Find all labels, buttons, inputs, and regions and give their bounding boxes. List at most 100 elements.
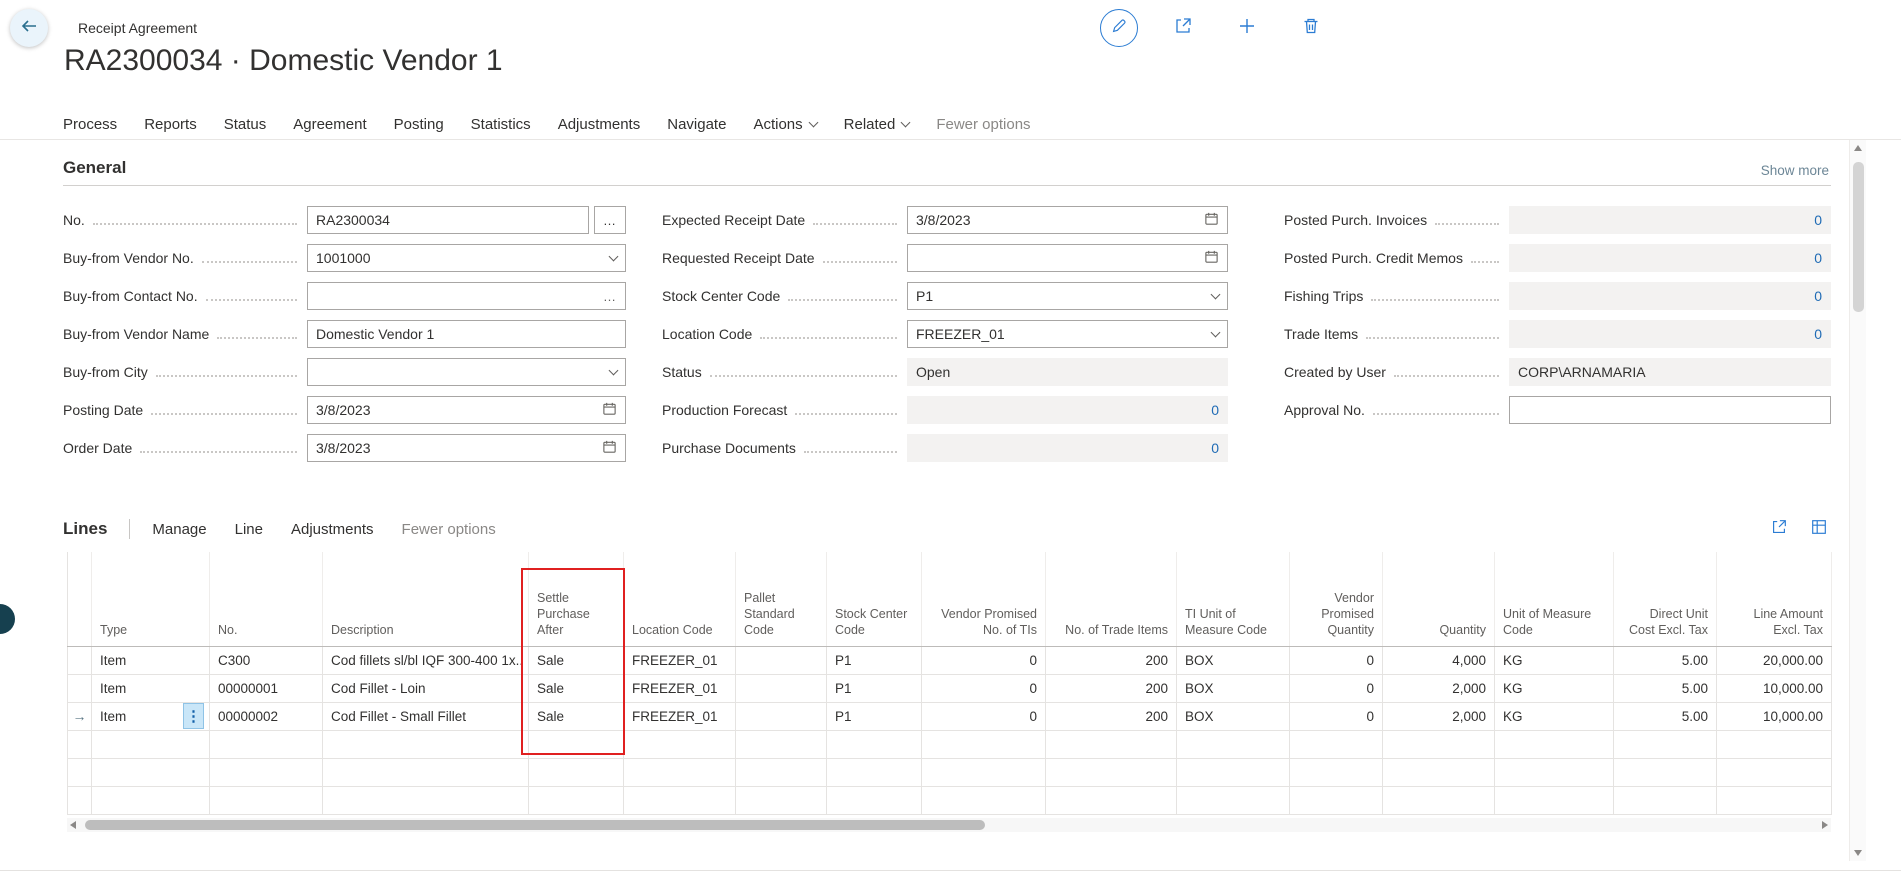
cell-vendor-promised-no-of-tis[interactable]: 0 (922, 674, 1046, 702)
col-header-type[interactable]: Type (92, 552, 210, 646)
cell-location-code[interactable]: FREEZER_01 (624, 674, 736, 702)
col-header-unit-of-measure-code[interactable]: Unit of Measure Code (1495, 552, 1614, 646)
menu-agreement[interactable]: Agreement (293, 116, 366, 133)
lines-tab-adjustments[interactable]: Adjustments (291, 521, 374, 538)
share-lines-button[interactable] (1767, 517, 1791, 541)
buy-from-vendor-no-input[interactable]: 1001000 (307, 244, 626, 272)
requested-receipt-date-input[interactable] (907, 244, 1228, 272)
assist-icon[interactable]: … (603, 289, 617, 304)
cell-type[interactable]: Item (92, 646, 210, 674)
col-header-stock-center-code[interactable]: Stock Center Code (827, 552, 922, 646)
posting-date-input[interactable]: 3/8/2023 (307, 396, 626, 424)
cell-description[interactable]: Cod Fillet - Loin (323, 674, 529, 702)
cell-direct-unit-cost[interactable]: 5.00 (1614, 674, 1717, 702)
cell-pallet-standard-code[interactable] (736, 702, 827, 730)
col-header-pallet-standard-code[interactable]: Pallet Standard Code (736, 552, 827, 646)
menu-actions[interactable]: Actions (753, 116, 816, 133)
posted-purch-invoices-field[interactable]: 0 (1509, 206, 1831, 234)
no-input[interactable]: RA2300034 (307, 206, 589, 234)
buy-from-contact-no-input[interactable]: … (307, 282, 626, 310)
menu-adjustments[interactable]: Adjustments (558, 116, 641, 133)
menu-reports[interactable]: Reports (144, 116, 197, 133)
menu-navigate[interactable]: Navigate (667, 116, 726, 133)
scroll-up-arrow-icon[interactable] (1854, 145, 1862, 151)
cell-vendor-promised-quantity[interactable]: 0 (1290, 646, 1383, 674)
col-header-no[interactable]: No. (210, 552, 323, 646)
cell-unit-of-measure-code[interactable]: KG (1495, 702, 1614, 730)
fishing-trips-field[interactable]: 0 (1509, 282, 1831, 310)
show-more-link[interactable]: Show more (1761, 163, 1829, 178)
new-button[interactable] (1228, 9, 1266, 47)
col-header-quantity[interactable]: Quantity (1383, 552, 1495, 646)
cell-direct-unit-cost[interactable]: 5.00 (1614, 646, 1717, 674)
horizontal-scrollbar[interactable] (67, 818, 1831, 832)
menu-process[interactable]: Process (63, 116, 117, 133)
cell-stock-center-code[interactable]: P1 (827, 646, 922, 674)
cell-line-amount[interactable]: 10,000.00 (1717, 702, 1832, 730)
col-header-direct-unit-cost[interactable]: Direct Unit Cost Excl. Tax (1614, 552, 1717, 646)
expected-receipt-date-input[interactable]: 3/8/2023 (907, 206, 1228, 234)
cell-no[interactable]: 00000002 (210, 702, 323, 730)
cell-settle-purchase-after[interactable]: Sale (529, 674, 624, 702)
open-in-excel-button[interactable] (1807, 517, 1831, 541)
order-date-input[interactable]: 3/8/2023 (307, 434, 626, 462)
cell-pallet-standard-code[interactable] (736, 674, 827, 702)
lines-tab-manage[interactable]: Manage (152, 521, 206, 538)
share-button[interactable] (1164, 9, 1202, 47)
scroll-left-arrow-icon[interactable] (70, 821, 76, 829)
cell-vendor-promised-quantity[interactable]: 0 (1290, 674, 1383, 702)
production-forecast-field[interactable]: 0 (907, 396, 1228, 424)
cell-no[interactable]: 00000001 (210, 674, 323, 702)
approval-no-input[interactable] (1509, 396, 1831, 424)
cell-vendor-promised-quantity[interactable]: 0 (1290, 702, 1383, 730)
cell-location-code[interactable]: FREEZER_01 (624, 646, 736, 674)
cell-pallet-standard-code[interactable] (736, 646, 827, 674)
no-assist-button[interactable]: … (594, 206, 626, 234)
menu-statistics[interactable]: Statistics (471, 116, 531, 133)
col-header-settle-purchase-after[interactable]: Settle Purchase After (529, 552, 624, 646)
cell-vendor-promised-no-of-tis[interactable]: 0 (922, 646, 1046, 674)
cell-unit-of-measure-code[interactable]: KG (1495, 674, 1614, 702)
cell-location-code[interactable]: FREEZER_01 (624, 702, 736, 730)
cell-quantity[interactable]: 2,000 (1383, 674, 1495, 702)
col-header-description[interactable]: Description (323, 552, 529, 646)
menu-related[interactable]: Related (844, 116, 910, 133)
stock-center-code-input[interactable]: P1 (907, 282, 1228, 310)
menu-fewer-options[interactable]: Fewer options (936, 116, 1030, 133)
col-header-location-code[interactable]: Location Code (624, 552, 736, 646)
side-panel-handle[interactable] (0, 604, 15, 634)
col-header-line-amount[interactable]: Line Amount Excl. Tax (1717, 552, 1832, 646)
cell-unit-of-measure-code[interactable]: KG (1495, 646, 1614, 674)
cell-line-amount[interactable]: 10,000.00 (1717, 674, 1832, 702)
col-header-vendor-promised-no-of-tis[interactable]: Vendor Promised No. of TIs (922, 552, 1046, 646)
buy-from-city-input[interactable] (307, 358, 626, 386)
cell-stock-center-code[interactable]: P1 (827, 674, 922, 702)
cell-quantity[interactable]: 2,000 (1383, 702, 1495, 730)
cell-description[interactable]: Cod fillets sl/bl IQF 300-400 1x.. (323, 646, 529, 674)
calendar-icon[interactable] (602, 439, 617, 457)
cell-description[interactable]: Cod Fillet - Small Fillet (323, 702, 529, 730)
cell-no[interactable]: C300 (210, 646, 323, 674)
delete-button[interactable] (1292, 9, 1330, 47)
buy-from-vendor-name-input[interactable]: Domestic Vendor 1 (307, 320, 626, 348)
lines-fewer-options[interactable]: Fewer options (402, 521, 496, 538)
back-button[interactable] (10, 9, 48, 47)
scroll-right-arrow-icon[interactable] (1822, 821, 1828, 829)
cell-stock-center-code[interactable]: P1 (827, 702, 922, 730)
menu-posting[interactable]: Posting (394, 116, 444, 133)
purchase-documents-field[interactable]: 0 (907, 434, 1228, 462)
edit-button[interactable] (1100, 9, 1138, 47)
calendar-icon[interactable] (1204, 211, 1219, 229)
cell-settle-purchase-after[interactable]: Sale (529, 646, 624, 674)
posted-purch-credit-memos-field[interactable]: 0 (1509, 244, 1831, 272)
trade-items-field[interactable]: 0 (1509, 320, 1831, 348)
vertical-scrollbar-thumb[interactable] (1853, 162, 1864, 312)
cell-direct-unit-cost[interactable]: 5.00 (1614, 702, 1717, 730)
lines-tab-line[interactable]: Line (235, 521, 263, 538)
calendar-icon[interactable] (602, 401, 617, 419)
cell-type[interactable]: Item (92, 674, 210, 702)
row-context-menu-button[interactable] (183, 703, 204, 729)
cell-ti-unit-of-measure-code[interactable]: BOX (1177, 702, 1290, 730)
col-header-no-of-trade-items[interactable]: No. of Trade Items (1046, 552, 1177, 646)
calendar-icon[interactable] (1204, 249, 1219, 267)
